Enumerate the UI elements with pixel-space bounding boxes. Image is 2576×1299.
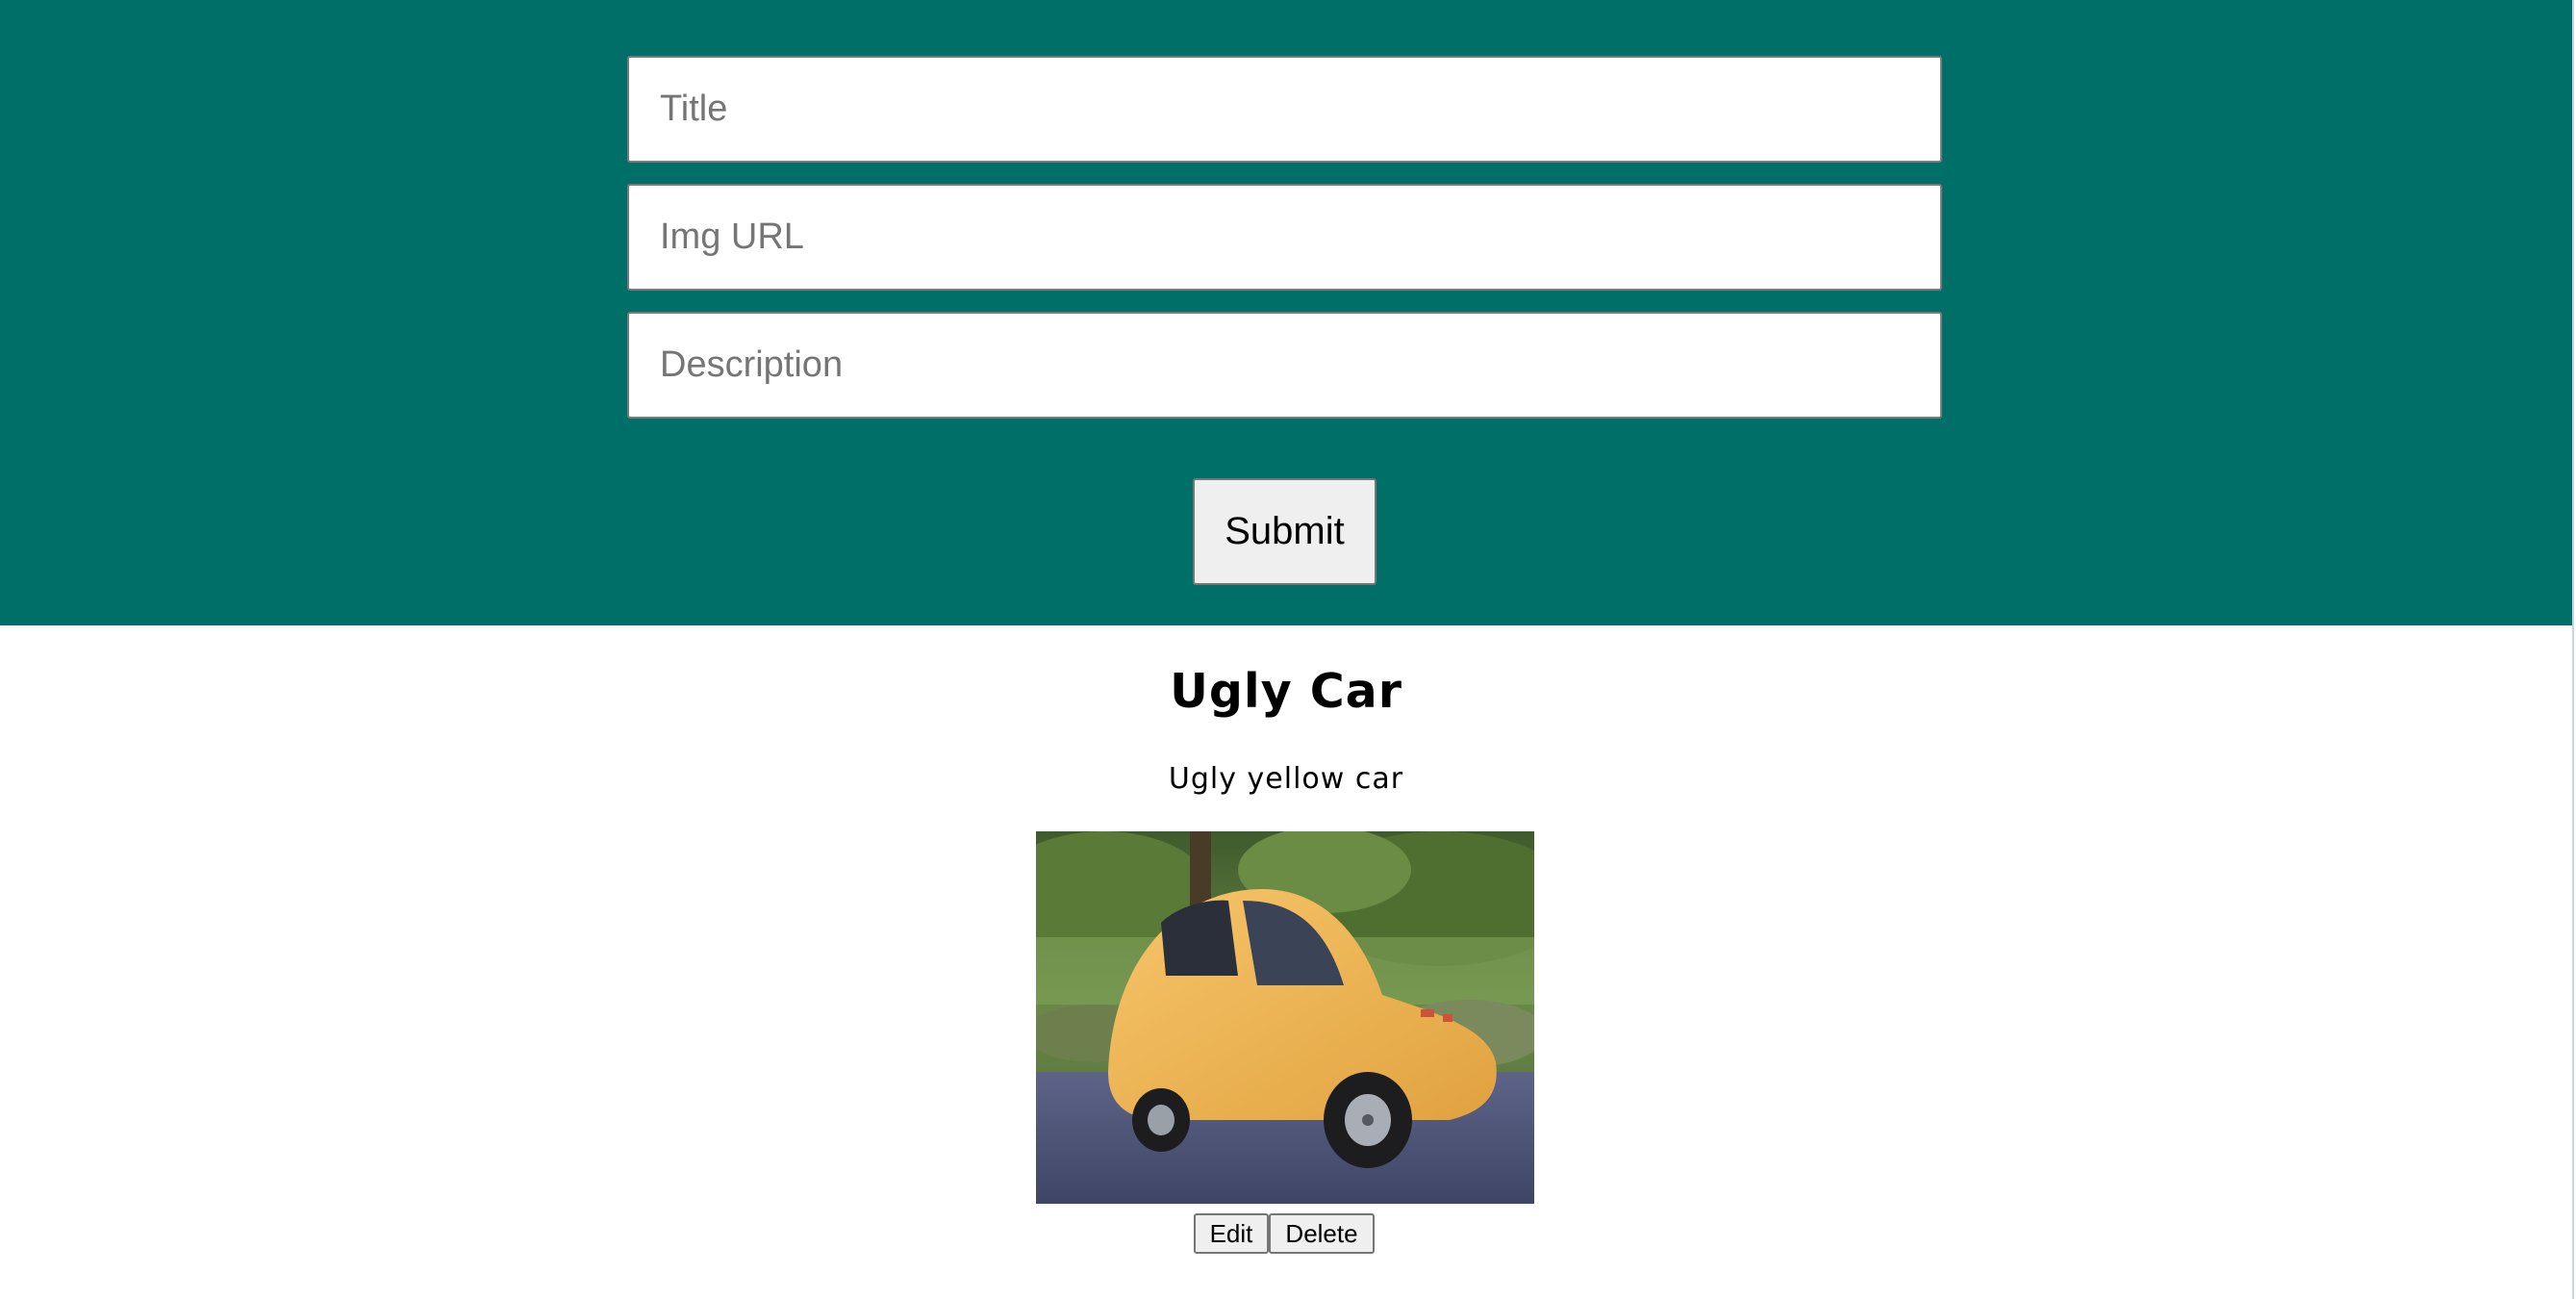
post-description: Ugly yellow car	[1168, 762, 1404, 796]
delete-button[interactable]: Delete	[1269, 1213, 1375, 1254]
page-edge-divider	[2572, 0, 2574, 1299]
post-form: Submit	[0, 0, 2572, 625]
img-url-input[interactable]	[627, 184, 1942, 291]
post-title: Ugly Car	[1170, 664, 1402, 719]
car-photo	[1036, 831, 1534, 1204]
submit-button[interactable]: Submit	[1193, 478, 1376, 585]
post-image	[1036, 831, 1534, 1204]
edit-button[interactable]: Edit	[1194, 1213, 1269, 1254]
post-card: Ugly Car Ugly yellow car Edit Delete	[0, 625, 2572, 1299]
description-input[interactable]	[627, 312, 1942, 419]
title-input[interactable]	[627, 56, 1942, 163]
